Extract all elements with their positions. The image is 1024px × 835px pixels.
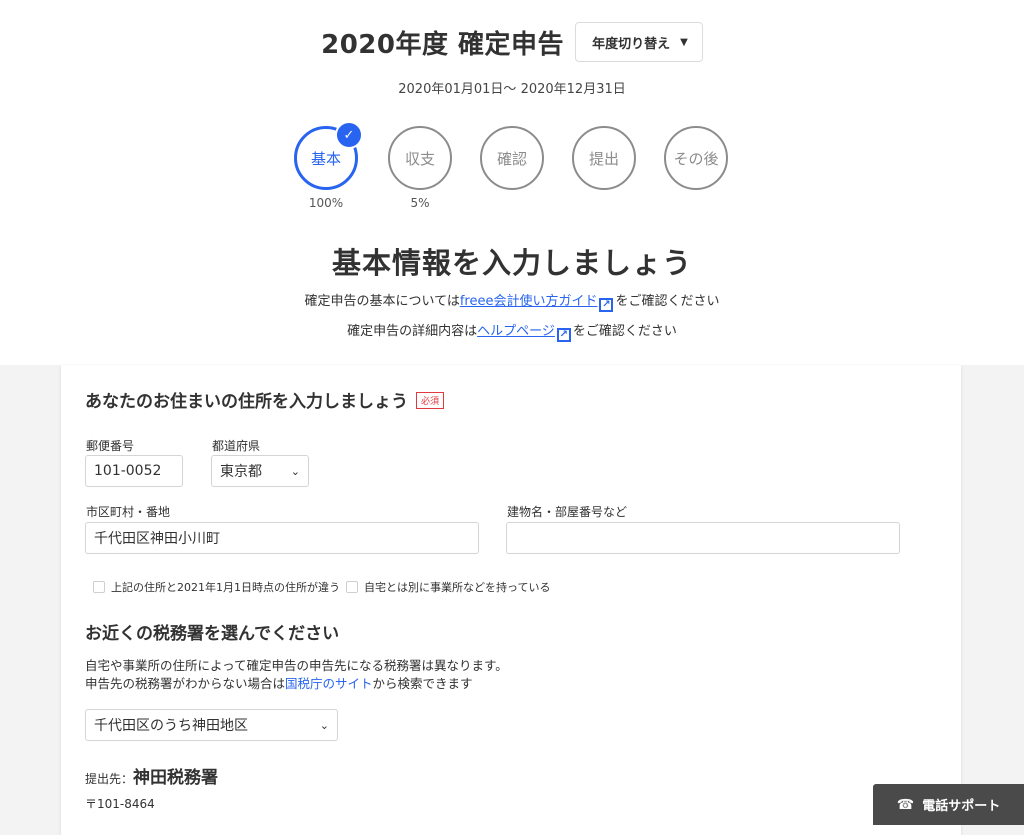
step-progress: 100% bbox=[308, 196, 344, 210]
help-text: 確定申告の詳細内容は bbox=[347, 324, 478, 339]
support-label: 電話サポート bbox=[922, 799, 1001, 814]
tax-office-desc-line2: 申告先の税務署がわからない場合は国税庁のサイトから検索できます bbox=[85, 675, 508, 693]
dest-postal: 〒101-8464 bbox=[85, 797, 155, 811]
tax-office-desc-line1: 自宅や事業所の住所によって確定申告の申告先になる税務署は異なります。 bbox=[85, 658, 508, 673]
required-badge: 必須 bbox=[416, 392, 445, 409]
title-row: 2020年度 確定申告 年度切り替え ▼ bbox=[0, 22, 1024, 62]
external-link-icon: ↗ bbox=[556, 328, 571, 342]
guide-text: 確定申告の基本については bbox=[304, 294, 460, 309]
fiscal-period: 2020年01月01日〜 2020年12月31日 bbox=[398, 82, 626, 97]
tax-office-description: 自宅や事業所の住所によって確定申告の申告先になる税務署は異なります。 申告先の税… bbox=[85, 657, 508, 693]
step-circle: 収支 bbox=[388, 126, 452, 190]
page-header: 2020年度 確定申告 年度切り替え ▼ 2020年01月01日〜 2020年1… bbox=[0, 0, 1024, 365]
step-label: その後 bbox=[673, 149, 719, 168]
separate-office-checkbox[interactable] bbox=[346, 581, 358, 593]
tax-office-section-title: お近くの税務署を選んでください bbox=[85, 624, 340, 644]
help-page-link[interactable]: ヘルプページ bbox=[477, 324, 555, 339]
step-label: 提出 bbox=[588, 149, 619, 168]
caret-down-icon: ▼ bbox=[680, 36, 688, 48]
page-title: 2020年度 確定申告 bbox=[321, 29, 565, 60]
step-label: 収支 bbox=[404, 149, 435, 168]
step-basic[interactable]: 基本 ✓ 100% bbox=[290, 121, 363, 210]
city-input[interactable]: 千代田区神田小川町 bbox=[85, 522, 479, 554]
help-text: をご確認ください bbox=[572, 324, 677, 339]
city-value: 千代田区神田小川町 bbox=[94, 531, 220, 547]
building-label: 建物名・部屋番号など bbox=[507, 505, 628, 519]
year-switch-label: 年度切り替え bbox=[592, 36, 671, 52]
year-switch-button[interactable]: 年度切り替え ▼ bbox=[575, 22, 703, 62]
moved-address-checkbox[interactable] bbox=[93, 581, 105, 593]
submission-destination: 提出先：神田税務署 bbox=[85, 763, 218, 788]
progress-steps: 基本 ✓ 100% 収支 5% 確認 提出 その後 bbox=[290, 121, 750, 218]
phone-icon: ☎ bbox=[896, 796, 915, 813]
step-submit[interactable]: 提出 bbox=[568, 126, 640, 190]
step-after[interactable]: その後 bbox=[660, 126, 732, 190]
step-circle: 基本 ✓ bbox=[294, 121, 363, 190]
help-line: 確定申告の詳細内容はヘルプページ ↗ をご確認ください bbox=[0, 320, 1024, 342]
address-options: 上記の住所と2021年1月1日時点の住所が違う 自宅とは別に事業所などを持ってい… bbox=[93, 579, 550, 595]
guide-text: をご確認ください bbox=[615, 294, 720, 309]
phone-support-button[interactable]: ☎ 電話サポート bbox=[873, 784, 1024, 825]
desc-text: から検索できます bbox=[372, 676, 473, 691]
tax-area-select[interactable]: 千代田区のうち神田地区 ⌄ bbox=[85, 709, 338, 741]
step-label: 基本 bbox=[310, 149, 341, 168]
address-card: あなたのお住まいの住所を入力しましょう 必須 郵便番号 101-0052 都道府県… bbox=[61, 365, 961, 835]
step-income[interactable]: 収支 5% bbox=[384, 126, 456, 210]
prefecture-select[interactable]: 東京都 ⌄ bbox=[211, 455, 309, 487]
building-input[interactable] bbox=[506, 522, 900, 554]
freee-guide-link[interactable]: freee会計使い方ガイド bbox=[460, 294, 598, 309]
prefecture-value: 東京都 bbox=[220, 464, 262, 480]
tax-area-value: 千代田区のうち神田地区 bbox=[94, 718, 248, 734]
prefecture-label: 都道府県 bbox=[212, 439, 261, 453]
step-progress: 5% bbox=[410, 196, 430, 210]
chevron-down-icon: ⌄ bbox=[290, 464, 300, 478]
postal-label: 郵便番号 bbox=[86, 439, 135, 453]
external-link-icon: ↗ bbox=[599, 298, 614, 312]
address-title-text: あなたのお住まいの住所を入力しましょう bbox=[85, 392, 408, 412]
address-section-title: あなたのお住まいの住所を入力しましょう 必須 bbox=[85, 387, 445, 412]
step-circle: その後 bbox=[664, 126, 728, 190]
section-heading: 基本情報を入力しましょう bbox=[331, 246, 692, 280]
city-label: 市区町村・番地 bbox=[86, 505, 171, 519]
separate-office-label: 自宅とは別に事業所などを持っている bbox=[364, 581, 551, 594]
chevron-down-icon: ⌄ bbox=[319, 718, 329, 732]
moved-address-label: 上記の住所と2021年1月1日時点の住所が違う bbox=[111, 581, 340, 594]
dest-name: 神田税務署 bbox=[133, 768, 219, 788]
step-label: 確認 bbox=[496, 149, 527, 168]
postal-code-value: 101-0052 bbox=[94, 463, 162, 479]
step-confirm[interactable]: 確認 bbox=[476, 126, 548, 190]
guide-line: 確定申告の基本についてはfreee会計使い方ガイド ↗ をご確認ください bbox=[0, 290, 1024, 312]
dest-label: 提出先： bbox=[85, 772, 134, 786]
desc-text: 申告先の税務署がわからない場合は bbox=[85, 676, 286, 691]
step-circle: 提出 bbox=[572, 126, 636, 190]
nta-site-link[interactable]: 国税庁のサイト bbox=[285, 676, 373, 691]
postal-code-input[interactable]: 101-0052 bbox=[85, 455, 183, 487]
check-icon: ✓ bbox=[335, 121, 363, 149]
step-circle: 確認 bbox=[480, 126, 544, 190]
